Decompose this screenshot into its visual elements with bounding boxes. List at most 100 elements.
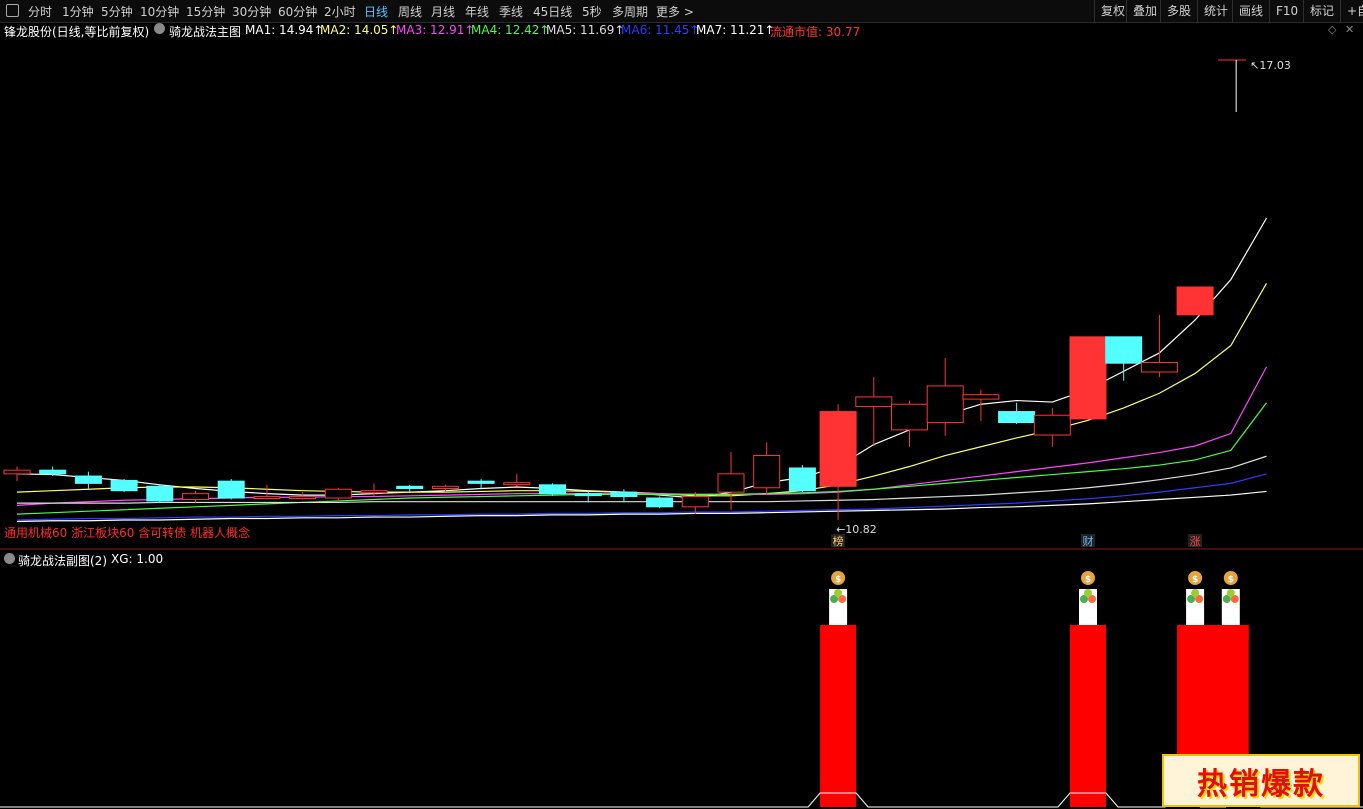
candle-body-25	[891, 403, 928, 431]
candle-body-20	[717, 473, 745, 493]
toolbar-button-6[interactable]: 标记	[1303, 0, 1340, 22]
candle-body-0	[3, 469, 31, 475]
sub-chart-header: 骑龙战法副图(2) XG: 1.00	[0, 551, 1363, 568]
tab-period-1[interactable]: 1分钟	[62, 3, 94, 20]
toolbar-button-1[interactable]: 叠加	[1126, 0, 1163, 22]
ma-label-5: MA6: 11.45↑	[621, 23, 700, 37]
candle-body-16	[574, 493, 602, 497]
money-bag-symbol-34: $	[1228, 575, 1234, 585]
candle-body-23	[819, 411, 857, 487]
candle-body-32	[1140, 361, 1178, 373]
tab-period-4[interactable]: 15分钟	[186, 3, 225, 20]
signal-bar-30	[1070, 625, 1106, 807]
ma-label-6: MA7: 11.21↑	[696, 23, 775, 37]
candle-body-27	[962, 394, 1000, 400]
candle-body-33	[1176, 286, 1214, 316]
tab-period-5[interactable]: 30分钟	[232, 3, 271, 20]
ma-label-4: MA5: 11.69↑	[546, 23, 625, 37]
marker-0: 榜	[833, 534, 844, 548]
signal-dot-c-33	[1191, 589, 1200, 597]
tab-period-16[interactable]: 更多 >	[656, 3, 694, 20]
high-label: ↖17.03	[1250, 59, 1291, 72]
candle-body-13	[467, 480, 495, 484]
candles	[3, 286, 1214, 520]
tab-period-11[interactable]: 年线	[465, 3, 489, 20]
candle-body-26	[926, 385, 964, 424]
signal-bar-chart[interactable]: $ $ $ $	[0, 567, 1363, 809]
tab-period-7[interactable]: 2小时	[324, 3, 356, 20]
signal-dot-c-34	[1226, 589, 1235, 597]
tab-period-8[interactable]: 日线	[364, 3, 388, 20]
toolbar-button-5[interactable]: F10	[1269, 0, 1304, 22]
candle-body-24	[855, 396, 893, 407]
candle-body-3	[110, 479, 138, 492]
candle-body-28	[998, 411, 1036, 424]
toolbar-toggle-icon[interactable]	[6, 4, 19, 17]
tab-period-6[interactable]: 60分钟	[278, 3, 317, 20]
money-bag-symbol-33: $	[1192, 575, 1198, 585]
candle-body-10	[360, 490, 388, 494]
signal-line	[0, 792, 1363, 808]
candle-body-4	[146, 485, 174, 502]
signal-dot-c-30	[1084, 589, 1092, 597]
candle-body-29	[1033, 414, 1071, 436]
tab-period-0[interactable]: 分时	[28, 3, 52, 20]
tab-period-10[interactable]: 月线	[431, 3, 455, 20]
candle-body-12	[431, 485, 459, 489]
money-bag-symbol-30: $	[1085, 575, 1091, 585]
candle-body-22	[788, 467, 816, 492]
tab-period-14[interactable]: 5秒	[582, 3, 602, 20]
diamond-icon[interactable]: ◇	[1328, 23, 1336, 36]
candle-body-7	[253, 496, 281, 500]
stock-title[interactable]: 锋龙股份(日线,等比前复权)	[4, 23, 149, 40]
ma-label-3: MA4: 12.42↑	[471, 23, 550, 37]
candle-body-9	[324, 488, 352, 499]
tab-period-13[interactable]: 45日线	[533, 3, 572, 20]
money-bag-symbol-23: $	[835, 575, 841, 585]
tab-period-12[interactable]: 季线	[499, 3, 523, 20]
tab-period-15[interactable]: 多周期	[612, 3, 648, 20]
tab-period-9[interactable]: 周线	[398, 3, 422, 20]
marker-1: 财	[1083, 534, 1094, 548]
candle-body-6	[217, 480, 245, 499]
xg-value: XG: 1.00	[111, 552, 164, 566]
indicator-name[interactable]: 骑龙战法主图	[169, 23, 241, 40]
indicator-dropdown-icon[interactable]	[154, 23, 165, 34]
signal-baseline	[0, 792, 1363, 808]
candle-body-2	[74, 475, 102, 484]
period-toolbar: 分时 1分钟 5分钟 10分钟 15分钟 30分钟 60分钟 2小时 日线 周线 月线 年线 季线 45日…	[0, 0, 1363, 23]
candle-body-31	[1105, 336, 1143, 364]
main-candlestick-chart[interactable]: ↖17.03←10.82榜财涨	[0, 40, 1363, 550]
signal-bar-23	[820, 625, 857, 807]
signal-dot-c-23	[834, 589, 843, 597]
tab-period-2[interactable]: 5分钟	[101, 3, 133, 20]
sub-indicator-dropdown-icon[interactable]	[4, 553, 15, 564]
ma-label-1: MA2: 14.05↑	[320, 23, 399, 37]
annotations: ↖17.03←10.82榜财涨	[831, 59, 1291, 548]
close-icon[interactable]: ✕	[1345, 23, 1354, 36]
candle-body-21	[753, 455, 781, 489]
candle-body-18	[646, 497, 674, 508]
toolbar-button-2[interactable]: 多股	[1160, 0, 1197, 22]
candle-body-14	[503, 482, 531, 486]
candle-body-1	[39, 469, 67, 475]
promo-badge: 热销爆款	[1162, 754, 1360, 807]
candle-body-8	[289, 496, 317, 500]
candle-body-15	[539, 484, 566, 495]
tab-period-3[interactable]: 10分钟	[140, 3, 179, 20]
candle-body-30	[1069, 336, 1107, 420]
ma-label-2: MA3: 12.91↑	[396, 23, 475, 37]
candle-body-19	[681, 496, 709, 508]
candle-body-17	[610, 491, 638, 498]
candle-body-11	[396, 485, 424, 489]
ma-label-7: 流通市值: 30.77	[770, 25, 861, 39]
indicator-info-bar: 锋龙股份(日线,等比前复权) 骑龙战法主图 MA1: 14.94↑ MA2: 14…	[0, 22, 1363, 40]
candle-body-5	[182, 493, 209, 500]
marker-2: 涨	[1190, 535, 1201, 548]
toolbar-button-4[interactable]: 画线	[1232, 0, 1269, 22]
toolbar-button-3[interactable]: 统计	[1197, 0, 1234, 22]
toolbar-button-7[interactable]: +自	[1340, 0, 1363, 22]
ma-label-0: MA1: 14.94↑	[245, 23, 324, 37]
promo-badge-text: 热销爆款	[1197, 766, 1325, 802]
concept-tags: 通用机械60 浙江板块60 含可转债 机器人概念	[4, 526, 250, 540]
